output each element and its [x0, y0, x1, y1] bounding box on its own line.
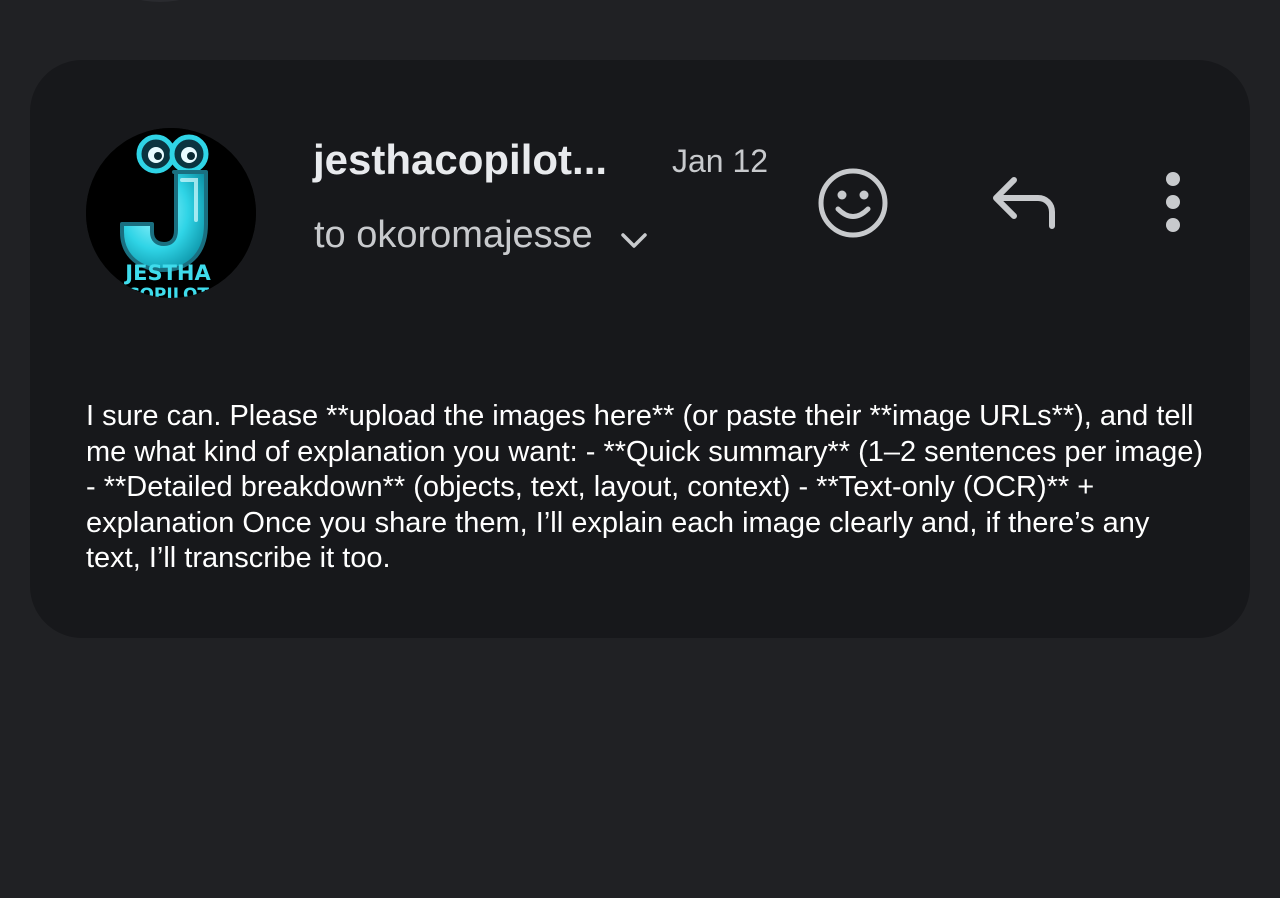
- more-vertical-icon: [1166, 172, 1180, 232]
- scroll-edge-decoration: [120, 0, 200, 2]
- reply-arrow-icon: [993, 177, 1055, 229]
- sender-avatar[interactable]: JESTHA COPILOT: [86, 128, 256, 298]
- sender-name[interactable]: jesthacopilot...: [313, 136, 607, 184]
- svg-text:JESTHA: JESTHA: [123, 261, 211, 285]
- message-body: I sure can. Please **upload the images h…: [86, 400, 1204, 574]
- smiley-face-icon: [818, 168, 888, 238]
- chevron-down-icon: [621, 233, 647, 248]
- message-date: Jan 12: [672, 143, 769, 179]
- jestha-copilot-logo-icon: JESTHA COPILOT: [86, 128, 256, 298]
- reply-button[interactable]: [986, 170, 1064, 236]
- add-reaction-button[interactable]: [812, 162, 894, 244]
- recipient-label: to okoromajesse: [314, 213, 593, 256]
- more-options-button[interactable]: [1156, 166, 1190, 238]
- recipient-details-toggle[interactable]: to okoromajesse: [314, 210, 649, 260]
